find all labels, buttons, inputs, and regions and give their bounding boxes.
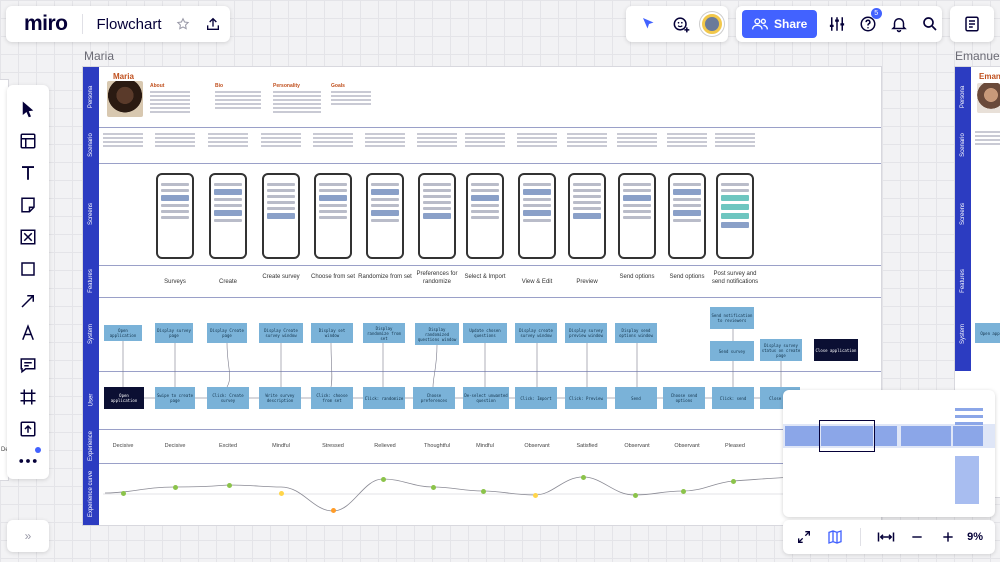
cursor-filter-icon[interactable] [636,11,662,37]
shape-tool-icon[interactable] [15,257,41,281]
text-tool-icon[interactable] [15,161,41,185]
minimap-block [955,456,979,504]
reactions-icon[interactable] [668,11,694,37]
zoom-level[interactable]: 9% [967,531,983,543]
settings-sliders-icon[interactable] [825,11,848,37]
curve-point [533,493,538,498]
lane-label-scenario: Scenario [955,127,971,163]
lane-label-system: System [955,297,971,371]
frame-grid-icon[interactable] [15,385,41,409]
board-actions: Share 5 [736,6,942,42]
persona-avatar-emanuel [977,83,1000,113]
zoom-controls: 9% [783,520,995,554]
notes-icon[interactable] [959,11,985,37]
bell-icon[interactable] [888,11,911,37]
notes-panel [950,6,994,42]
frame-label-maria: Maria [84,49,115,63]
journey-map-frame[interactable]: Persona Scenario Screens Features System… [83,67,881,525]
curve-point [381,477,386,482]
comment-icon[interactable] [15,353,41,377]
curve-point [227,483,232,488]
notifications-count-badge: 5 [870,8,882,19]
map-icon[interactable] [822,524,847,550]
avatar[interactable] [700,12,724,36]
fit-screen-icon[interactable] [791,524,816,550]
curve-point [633,493,638,498]
sticky-note-icon[interactable] [15,193,41,217]
zoom-in-icon[interactable] [936,524,961,550]
help-icon[interactable]: 5 [857,8,882,37]
upload-icon[interactable] [200,11,226,37]
templates-icon[interactable] [15,129,41,153]
share-label: Share [774,17,808,31]
minimap[interactable] [783,390,995,517]
creation-toolbar [7,85,49,479]
lane-label-persona: Persona [955,67,971,127]
board-title[interactable]: Flowchart [97,16,162,33]
collaboration-tools [626,6,728,42]
zoom-out-icon[interactable] [904,524,929,550]
star-icon[interactable] [170,11,196,37]
frame-tool-icon[interactable] [15,225,41,249]
curve-point [121,491,126,496]
share-button[interactable]: Share [742,10,818,38]
curve-point [581,475,586,480]
select-cursor-icon[interactable] [15,97,41,121]
curve-point [481,489,486,494]
curve-point [279,491,284,496]
miro-logo[interactable]: miro [24,12,68,36]
board-header: miro Flowchart [6,6,230,42]
system-box[interactable]: Open app [975,323,1000,343]
scenario-text [975,131,1000,147]
minimap-viewport[interactable] [819,420,875,452]
curve-point [681,489,686,494]
curve-point [731,479,736,484]
curve-point [431,485,436,490]
fit-width-icon[interactable] [873,524,898,550]
upload-tool-icon[interactable] [15,417,41,441]
minimap-notes [955,408,983,436]
curve-point [173,485,178,490]
more-tools-icon[interactable] [15,447,41,473]
persona-name-emanuel: Eman [979,72,1000,81]
lane-label-features: Features [955,265,971,297]
expand-toolbar-icon[interactable]: » [7,520,49,552]
flow-connectors [103,329,881,512]
curve-point [331,508,336,513]
frame-label-emanuel: Emanuel [955,49,1000,63]
connector-arrow-icon[interactable] [15,289,41,313]
lane-label-screens: Screens [955,163,971,265]
search-icon[interactable] [919,11,942,37]
pen-tool-icon[interactable] [15,321,41,345]
